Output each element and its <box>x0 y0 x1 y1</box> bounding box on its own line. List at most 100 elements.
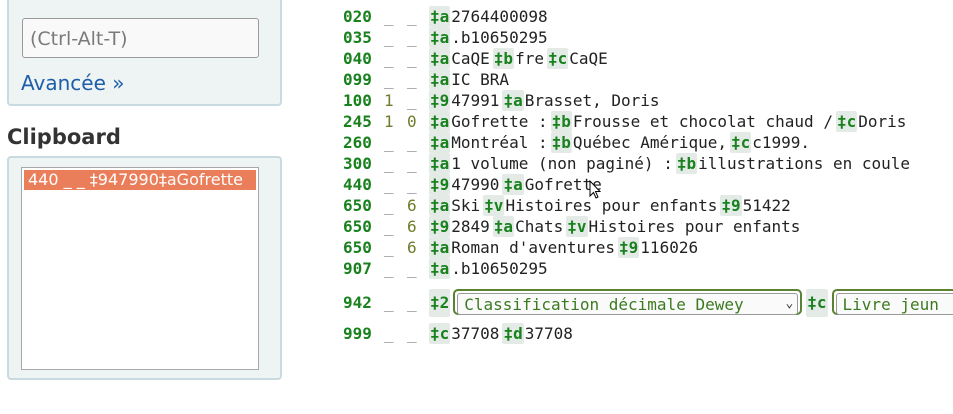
field-tag: 245 <box>343 112 372 131</box>
indicator-2: 6 <box>407 217 417 236</box>
item-type-select[interactable]: Livre jeun <box>831 288 953 315</box>
field-tag: 260 <box>343 133 372 152</box>
item-type-select-text: Livre jeun <box>842 294 939 314</box>
subfield-value: CaQE <box>569 49 608 68</box>
subfield-value: Gofrette : <box>451 112 548 131</box>
indicator-1: _ <box>384 238 394 257</box>
subfield-value: 37708 <box>451 324 500 343</box>
subfields: ‡9 47990 ‡a Gofrette <box>429 174 605 195</box>
clipboard-list[interactable]: 440 _ _ ‡947990‡aGofrette <box>21 167 259 370</box>
field-tag: 999 <box>343 324 372 343</box>
indicator-1: 1 <box>384 91 394 110</box>
subfields: ‡a 2764400098 <box>429 6 551 27</box>
indicator-2: _ <box>407 49 417 68</box>
subfield-value: Brasset, Doris <box>524 91 660 110</box>
indicator-2: _ <box>407 91 417 110</box>
clipboard-item[interactable]: 440 _ _ ‡947990‡aGofrette <box>24 170 256 190</box>
field-tag: 650 <box>343 196 372 215</box>
subfield-value: Montréal : <box>451 133 548 152</box>
subfield-value: 1 volume (non paginé) : <box>451 154 673 173</box>
subfield-code: ‡a <box>502 90 524 111</box>
subfield-value: 47990 <box>451 175 500 194</box>
subfield-code: ‡9 <box>429 90 451 111</box>
clipboard-title: Clipboard <box>7 125 121 149</box>
classification-select-text: Classification décimale Dewey <box>464 294 744 314</box>
subfield-code: ‡9 <box>618 237 640 258</box>
search-input[interactable]: (Ctrl-Alt-T) <box>22 18 259 58</box>
subfield-value: 2849 <box>451 217 490 236</box>
mouse-cursor-icon <box>589 180 601 199</box>
subfield-code: ‡a <box>429 69 451 90</box>
indicator-1: _ <box>384 70 394 89</box>
subfield-code: ‡a <box>429 153 451 174</box>
item-type-select-value: Livre jeun <box>835 292 953 315</box>
field-tag: 942 <box>343 293 372 312</box>
subfield-value: Roman d'aventures <box>451 238 616 257</box>
subfields: ‡2 Classification décimale Dewey ⌄ ‡c Livre … <box>429 288 953 317</box>
subfields: ‡c 37708 ‡d 37708 <box>429 323 576 344</box>
subfield-code: ‡c <box>835 111 858 132</box>
subfield-value: CaQE <box>451 49 490 68</box>
subfields: ‡9 47991 ‡a Brasset, Doris <box>429 90 663 111</box>
field-tag: 650 <box>343 217 372 236</box>
subfields: ‡a Montréal : ‡b Québec Amérique, ‡c c1999. <box>429 132 813 153</box>
subfield-code: ‡c <box>806 289 828 317</box>
chevron-down-icon: ⌄ <box>785 295 794 311</box>
subfields: ‡9 2849 ‡a Chats ‡v Histoires pour enfants <box>429 216 803 237</box>
subfields: ‡a CaQE ‡b fre ‡c CaQE <box>429 48 611 69</box>
indicator-1: _ <box>384 293 394 312</box>
subfields: ‡a .b10650295 <box>429 27 551 48</box>
subfield-code: ‡a <box>429 27 451 48</box>
indicator-2: _ <box>407 259 417 278</box>
subfields: ‡a IC BRA <box>429 69 512 90</box>
subfield-value: Doris <box>858 112 907 131</box>
classification-select[interactable]: Classification décimale Dewey ⌄ <box>453 288 803 315</box>
field-tag: 907 <box>343 259 372 278</box>
field-tag: 040 <box>343 49 372 68</box>
subfield-value: Québec Amérique, <box>572 133 727 152</box>
indicator-1: _ <box>384 49 394 68</box>
subfield-value: 116026 <box>640 238 699 257</box>
subfield-value: Histoires pour enfants <box>505 196 718 215</box>
subfield-value: .b10650295 <box>451 28 548 47</box>
indicator-1: _ <box>384 28 394 47</box>
subfield-code: ‡b <box>550 111 572 132</box>
subfield-code: ‡c <box>546 48 569 69</box>
subfield-code: ‡v <box>566 216 588 237</box>
subfield-value: 47991 <box>451 91 500 110</box>
subfield-code: ‡a <box>429 48 451 69</box>
subfield-code: ‡a <box>492 216 515 237</box>
indicator-2: _ <box>407 70 417 89</box>
indicator-1: _ <box>384 7 394 26</box>
indicator-1: _ <box>384 217 394 236</box>
field-tag: 650 <box>343 238 372 257</box>
subfields: ‡a Ski ‡v Histoires pour enfants ‡9 51422 <box>429 195 794 216</box>
clipboard-panel: 440 _ _ ‡947990‡aGofrette <box>7 156 282 380</box>
indicator-2: _ <box>407 175 417 194</box>
indicator-1: _ <box>384 154 394 173</box>
subfield-code: ‡c <box>429 323 451 344</box>
subfield-value: .b10650295 <box>451 259 548 278</box>
subfield-value: IC BRA <box>451 70 510 89</box>
subfield-code: ‡a <box>502 174 524 195</box>
indicator-2: _ <box>407 133 417 152</box>
subfield-code: ‡d <box>502 323 524 344</box>
indicator-2: _ <box>407 324 417 343</box>
subfield-code: ‡b <box>492 48 515 69</box>
indicator-2: 6 <box>407 196 417 215</box>
advanced-search-link[interactable]: Avancée » <box>21 71 124 95</box>
subfield-value: Ski <box>451 196 481 215</box>
subfield-code: ‡a <box>429 258 451 279</box>
field-tag: 099 <box>343 70 372 89</box>
subfields: ‡a Gofrette : ‡b Frousse et chocolat chaud … <box>429 111 909 132</box>
subfield-value: fre <box>515 49 544 68</box>
field-tag: 440 <box>343 175 372 194</box>
subfield-code: ‡b <box>675 153 698 174</box>
subfield-code: ‡v <box>483 195 505 216</box>
subfields: ‡a 1 volume (non paginé) : ‡b illustrations… <box>429 153 913 174</box>
indicator-2: _ <box>407 28 417 47</box>
subfield-code: ‡c <box>729 132 752 153</box>
subfield-code: ‡2 <box>429 289 451 317</box>
subfield-value: 2764400098 <box>451 7 548 26</box>
field-tag: 035 <box>343 28 372 47</box>
